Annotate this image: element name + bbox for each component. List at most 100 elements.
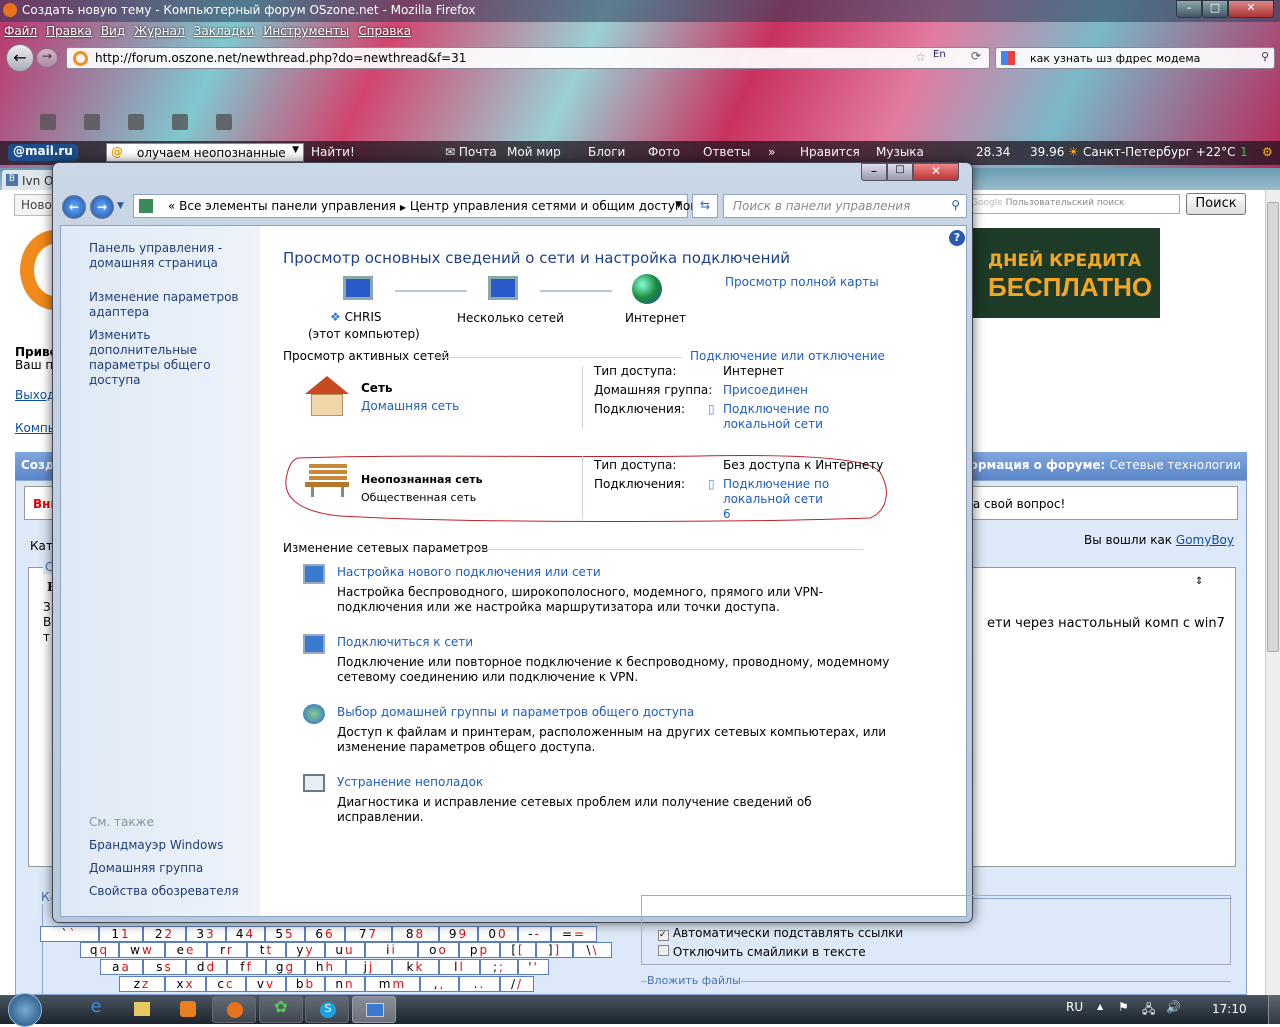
music-link[interactable]: Музыка — [876, 145, 924, 159]
language-indicator[interactable]: En — [933, 49, 946, 60]
show-hidden-icons[interactable]: ▲ — [1097, 1002, 1103, 1011]
my-world-link[interactable]: Мой мир — [507, 145, 561, 159]
editor-text[interactable]: ети через настольный комп с win7 — [987, 616, 1225, 631]
keyboard-key[interactable]: 11 — [99, 926, 143, 942]
connect-disconnect-link[interactable]: Подключение или отключение — [690, 349, 885, 363]
menu-help[interactable]: Справка — [358, 24, 411, 38]
history-icon[interactable] — [84, 114, 100, 130]
connection-link[interactable]: Подключение по локальной сети — [723, 402, 833, 432]
internet-explorer-icon[interactable]: e — [74, 996, 118, 1023]
control-panel-home-link[interactable]: Панель управления - домашняя страница — [89, 241, 254, 271]
keyboard-key[interactable]: == — [551, 926, 597, 942]
advanced-sharing-link[interactable]: Изменить дополнительные параметры общего… — [89, 328, 254, 388]
keyboard-key[interactable]: uu — [325, 942, 365, 958]
task-link[interactable]: Подключиться к сети — [337, 635, 897, 650]
web-search-box[interactable]: как узнать шз фдрес модема ⚲ — [995, 47, 1275, 69]
keyboard-key[interactable]: qq — [80, 942, 119, 958]
disable-smilies-checkbox[interactable] — [658, 945, 669, 956]
keyboard-key[interactable]: oo — [418, 942, 459, 958]
skype-taskbar-button[interactable]: S — [305, 996, 349, 1023]
history-dropdown-icon[interactable]: ▼ — [117, 201, 124, 211]
keyboard-key[interactable]: bb — [286, 976, 325, 992]
homegroup-link[interactable]: Присоединен — [723, 383, 808, 397]
keyboard-key[interactable]: ff — [227, 959, 266, 975]
bookmarks-icon[interactable] — [128, 114, 144, 130]
connection-link[interactable]: Подключение по локальной сети 6 — [723, 477, 833, 522]
menu-edit[interactable]: Правка — [46, 24, 92, 38]
network-tray-icon[interactable]: 🖧 — [1142, 1000, 1155, 1021]
keyboard-key[interactable]: ,, — [420, 976, 459, 992]
address-bar[interactable]: « Все элементы панели управления ▶ Центр… — [133, 194, 699, 218]
keyboard-key[interactable]: jj — [346, 959, 392, 975]
keyboard-key[interactable]: `` — [40, 926, 99, 942]
keyboard-key[interactable]: aa — [100, 959, 143, 975]
mail-link[interactable]: ✉ Почта — [445, 145, 497, 159]
internet-label[interactable]: Интернет — [625, 311, 686, 325]
downloads-icon[interactable] — [172, 114, 188, 130]
keyboard-key[interactable]: zz — [119, 976, 165, 992]
keyboard-key[interactable]: vv — [246, 976, 286, 992]
keyboard-key[interactable]: [[ — [500, 942, 536, 958]
maximize-button[interactable]: □ — [1202, 0, 1228, 18]
keyboard-key[interactable]: rr — [207, 942, 247, 958]
keyboard-key[interactable]: 88 — [392, 926, 439, 942]
multiple-networks-label[interactable]: Несколько сетей — [457, 311, 564, 325]
back-button[interactable]: ← — [6, 44, 34, 72]
keyboard-key[interactable]: 66 — [305, 926, 345, 942]
breadcrumb-network-center[interactable]: Центр управления сетями и общим доступом — [410, 199, 699, 213]
search-icon[interactable]: ⚲ — [1261, 50, 1269, 63]
keyboard-key[interactable]: \\ — [573, 942, 612, 958]
forward-button[interactable]: → — [36, 48, 58, 68]
explorer-icon[interactable] — [120, 996, 164, 1023]
close-button[interactable]: ✕ — [1228, 0, 1274, 18]
windows-firewall-link[interactable]: Брандмауэр Windows — [89, 838, 254, 853]
google-search-input[interactable]: Google Пользовательский поиск — [965, 194, 1180, 214]
blogs-link[interactable]: Блоги — [588, 145, 625, 159]
change-adapter-settings-link[interactable]: Изменение параметров адаптера — [89, 290, 254, 320]
keyboard-key[interactable]: ss — [143, 959, 186, 975]
minimize-button[interactable]: – — [1176, 0, 1202, 18]
keyboard-key[interactable]: dd — [186, 959, 227, 975]
keyboard-key[interactable]: tt — [247, 942, 286, 958]
keyboard-key[interactable]: nn — [325, 976, 365, 992]
keyboard-key[interactable]: 77 — [345, 926, 392, 942]
keyboard-key[interactable]: ii — [365, 942, 418, 958]
keyboard-key[interactable]: pp — [459, 942, 500, 958]
resize-arrows-icon[interactable]: ⇕ — [1195, 576, 1203, 587]
icq-taskbar-button[interactable]: ✿ — [259, 996, 303, 1023]
task-link[interactable]: Выбор домашней группы и параметров общег… — [337, 705, 897, 720]
weather[interactable]: Санкт-Петербург +22°C — [1083, 145, 1235, 159]
view-full-map-link[interactable]: Просмотр полной карты — [725, 275, 879, 289]
keyboard-key[interactable]: '' — [518, 959, 549, 975]
chevron-down-icon[interactable]: ▼ — [292, 145, 299, 155]
search-icon[interactable]: ⚲ — [951, 198, 960, 212]
keyboard-key[interactable]: .. — [459, 976, 500, 992]
menu-bookmarks[interactable]: Закладки — [194, 24, 255, 38]
answers-link[interactable]: Ответы — [703, 145, 750, 159]
reload-icon[interactable]: ⟳ — [971, 49, 981, 63]
keyboard-key[interactable]: ll — [439, 959, 480, 975]
traffic-level[interactable]: 1 — [1240, 145, 1248, 159]
menu-history[interactable]: Журнал — [134, 24, 185, 38]
home-icon[interactable] — [40, 114, 56, 130]
keyboard-key[interactable]: -- — [518, 926, 551, 942]
internet-options-link[interactable]: Свойства обозревателя — [89, 884, 254, 899]
keyboard-key[interactable]: kk — [392, 959, 439, 975]
task-link[interactable]: Устранение неполадок — [337, 775, 897, 790]
mailru-logo[interactable]: @mail.ru — [8, 144, 78, 161]
keyboard-key[interactable]: 44 — [226, 926, 265, 942]
clock[interactable]: 17:10 — [1212, 1002, 1247, 1016]
ad-banner[interactable]: ДНЕЙ КРЕДИТА БЕСПЛАТНО — [970, 228, 1160, 318]
settings-gear-icon[interactable]: ⚙ — [1262, 145, 1273, 159]
network-center-taskbar-button[interactable] — [352, 996, 396, 1023]
homegroup-link[interactable]: Домашняя группа — [89, 861, 254, 876]
keyboard-key[interactable]: // — [500, 976, 534, 992]
menu-view[interactable]: Вид — [101, 24, 125, 38]
likes-link[interactable]: Нравится — [800, 145, 860, 159]
media-player-icon[interactable] — [166, 996, 210, 1023]
help-icon[interactable]: ? — [949, 230, 965, 246]
keyboard-key[interactable]: ]] — [536, 942, 573, 958]
mailru-find-button[interactable]: Найти! — [311, 145, 355, 159]
keyboard-key[interactable]: ww — [119, 942, 165, 958]
keyboard-key[interactable]: ee — [165, 942, 207, 958]
